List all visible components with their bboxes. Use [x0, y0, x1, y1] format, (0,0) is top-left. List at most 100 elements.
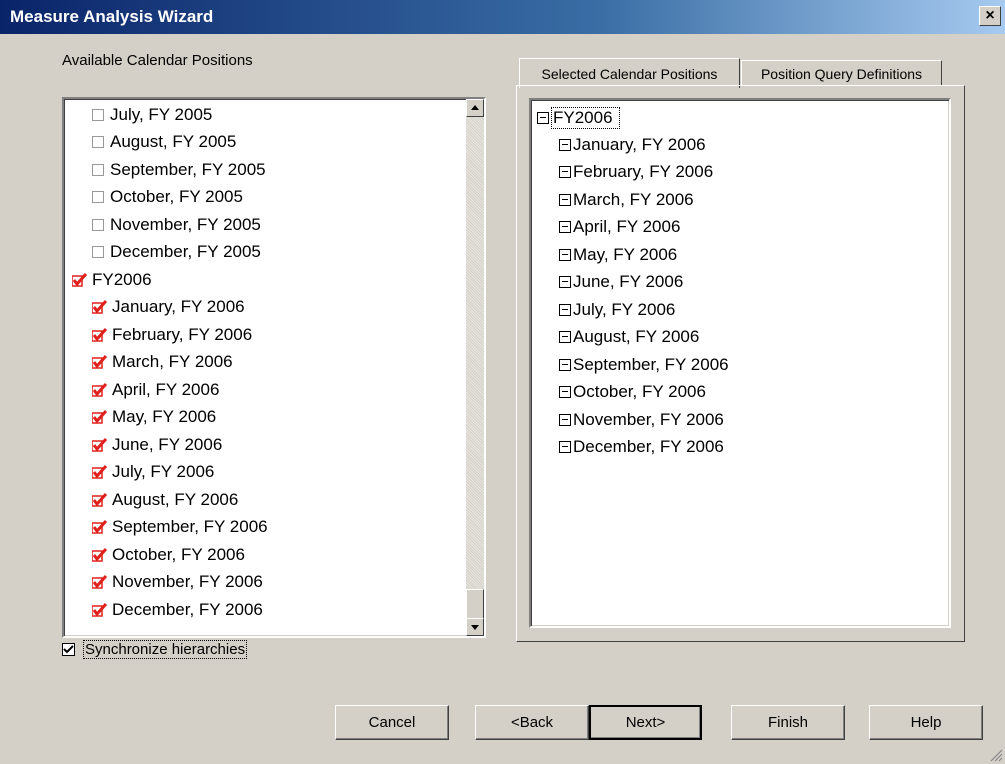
- list-item-label: August, FY 2006: [112, 489, 239, 509]
- empty-checkbox-icon[interactable]: [92, 191, 104, 203]
- scroll-thumb[interactable]: [466, 589, 484, 619]
- collapse-icon[interactable]: [559, 166, 571, 178]
- close-icon: ×: [985, 7, 995, 24]
- synchronize-checkbox[interactable]: [62, 643, 75, 656]
- scroll-up-button[interactable]: [466, 99, 484, 117]
- red-checkmark-icon[interactable]: [92, 327, 108, 342]
- list-item[interactable]: May, FY 2006: [92, 404, 216, 431]
- back-button[interactable]: <Back: [475, 705, 589, 740]
- empty-checkbox-icon[interactable]: [92, 136, 104, 148]
- empty-checkbox-icon[interactable]: [92, 108, 104, 121]
- collapse-icon[interactable]: [537, 111, 549, 124]
- collapse-icon[interactable]: [559, 248, 571, 261]
- close-button[interactable]: ×: [979, 6, 1001, 26]
- list-item[interactable]: April, FY 2006: [92, 376, 219, 403]
- scroll-up-icon: [471, 105, 479, 110]
- tree-node[interactable]: November, FY 2006: [559, 406, 724, 433]
- tree-node[interactable]: December, FY 2006: [559, 434, 724, 461]
- red-checkmark-icon[interactable]: [92, 355, 108, 369]
- list-item[interactable]: September, FY 2005: [92, 156, 266, 183]
- tree-node[interactable]: May, FY 2006: [559, 241, 677, 268]
- list-item[interactable]: December, FY 2006: [92, 596, 263, 623]
- scroll-down-button[interactable]: [466, 618, 484, 636]
- help-button[interactable]: Help: [869, 705, 983, 740]
- tab-selected-calendar-positions[interactable]: Selected Calendar Positions: [519, 58, 740, 88]
- title-bar[interactable]: Measure Analysis Wizard ×: [0, 0, 1005, 34]
- list-item[interactable]: June, FY 2006: [92, 431, 222, 458]
- list-item[interactable]: July, FY 2005: [92, 101, 212, 128]
- resize-grip-icon[interactable]: [989, 748, 1003, 762]
- finish-button[interactable]: Finish: [731, 705, 845, 740]
- list-item[interactable]: August, FY 2006: [92, 486, 238, 513]
- list-item[interactable]: July, FY 2006: [92, 459, 214, 486]
- tree-node[interactable]: March, FY 2006: [559, 186, 694, 213]
- red-checkmark-icon[interactable]: [92, 300, 108, 314]
- tree-node-label: June, FY 2006: [573, 272, 684, 291]
- list-item[interactable]: November, FY 2005: [92, 211, 261, 238]
- red-checkmark-icon[interactable]: [92, 547, 108, 562]
- list-item-label: April, FY 2006: [112, 379, 220, 399]
- red-checkmark-icon[interactable]: [92, 465, 108, 479]
- red-checkmark-icon[interactable]: [92, 492, 108, 507]
- collapse-icon[interactable]: [559, 413, 571, 426]
- red-checkmark-icon[interactable]: [72, 272, 88, 287]
- list-item[interactable]: FY2006: [72, 266, 152, 293]
- tree-node-label: November, FY 2006: [573, 409, 724, 429]
- red-checkmark-icon[interactable]: [92, 602, 108, 617]
- collapse-icon[interactable]: [559, 331, 571, 343]
- list-item[interactable]: November, FY 2006: [92, 569, 263, 596]
- collapse-icon[interactable]: [559, 193, 571, 206]
- tree-root-node[interactable]: FY2006: [537, 104, 620, 131]
- collapse-icon[interactable]: [559, 303, 571, 316]
- list-item[interactable]: March, FY 2006: [92, 349, 233, 376]
- tree-node[interactable]: October, FY 2006: [559, 379, 706, 406]
- tree-node[interactable]: February, FY 2006: [559, 159, 713, 186]
- list-item[interactable]: February, FY 2006: [92, 321, 252, 348]
- empty-checkbox-icon[interactable]: [92, 163, 104, 176]
- available-positions-items: July, FY 2005 August, FY 2005 September, F…: [64, 99, 466, 636]
- collapse-icon[interactable]: [559, 386, 571, 398]
- tree-node[interactable]: June, FY 2006: [559, 269, 683, 296]
- next-button[interactable]: Next>: [589, 705, 702, 740]
- collapse-icon[interactable]: [559, 358, 571, 371]
- tree-node-label: August, FY 2006: [573, 327, 700, 346]
- tree-node[interactable]: August, FY 2006: [559, 324, 699, 351]
- list-item-label: December, FY 2005: [110, 242, 261, 261]
- red-checkmark-icon[interactable]: [92, 575, 108, 589]
- synchronize-hierarchies-option[interactable]: Synchronize hierarchies: [62, 640, 248, 659]
- tree-node[interactable]: January, FY 2006: [559, 131, 706, 158]
- selected-positions-tree[interactable]: FY2006 January, FY 2006 February, FY 2006 M…: [529, 98, 951, 628]
- tab-position-query-definitions[interactable]: Position Query Definitions: [741, 60, 942, 86]
- empty-checkbox-icon[interactable]: [92, 246, 104, 258]
- tree-node-label: February, FY 2006: [573, 162, 714, 181]
- collapse-icon[interactable]: [559, 221, 571, 233]
- tree-node[interactable]: July, FY 2006: [559, 296, 675, 323]
- tree-node-label: FY2006: [551, 106, 620, 129]
- tab-panel: FY2006 January, FY 2006 February, FY 2006 M…: [516, 85, 965, 642]
- available-positions-list[interactable]: July, FY 2005 August, FY 2005 September, F…: [62, 97, 486, 638]
- tree-node-label: January, FY 2006: [573, 134, 706, 154]
- tree-node[interactable]: September, FY 2006: [559, 351, 729, 378]
- red-checkmark-icon[interactable]: [92, 382, 108, 397]
- list-item[interactable]: September, FY 2006: [92, 514, 268, 541]
- tree-node-label: May, FY 2006: [573, 244, 678, 264]
- red-checkmark-icon[interactable]: [92, 437, 108, 452]
- collapse-icon[interactable]: [559, 276, 571, 288]
- cancel-button[interactable]: Cancel: [335, 705, 449, 740]
- tree-node[interactable]: April, FY 2006: [559, 214, 680, 241]
- list-item[interactable]: October, FY 2005: [92, 184, 243, 211]
- list-item[interactable]: October, FY 2006: [92, 541, 245, 568]
- list-item[interactable]: August, FY 2005: [92, 129, 236, 156]
- tree-node-label: October, FY 2006: [573, 382, 706, 401]
- available-positions-label: Available Calendar Positions: [62, 52, 253, 69]
- list-item-label: February, FY 2006: [112, 324, 253, 344]
- list-item[interactable]: January, FY 2006: [92, 294, 245, 321]
- red-checkmark-icon[interactable]: [92, 410, 108, 424]
- vertical-scrollbar[interactable]: [466, 99, 484, 636]
- list-item-label: November, FY 2005: [110, 214, 261, 234]
- collapse-icon[interactable]: [559, 138, 571, 151]
- list-item[interactable]: December, FY 2005: [92, 239, 261, 266]
- collapse-icon[interactable]: [559, 441, 571, 453]
- empty-checkbox-icon[interactable]: [92, 218, 104, 231]
- red-checkmark-icon[interactable]: [92, 520, 108, 534]
